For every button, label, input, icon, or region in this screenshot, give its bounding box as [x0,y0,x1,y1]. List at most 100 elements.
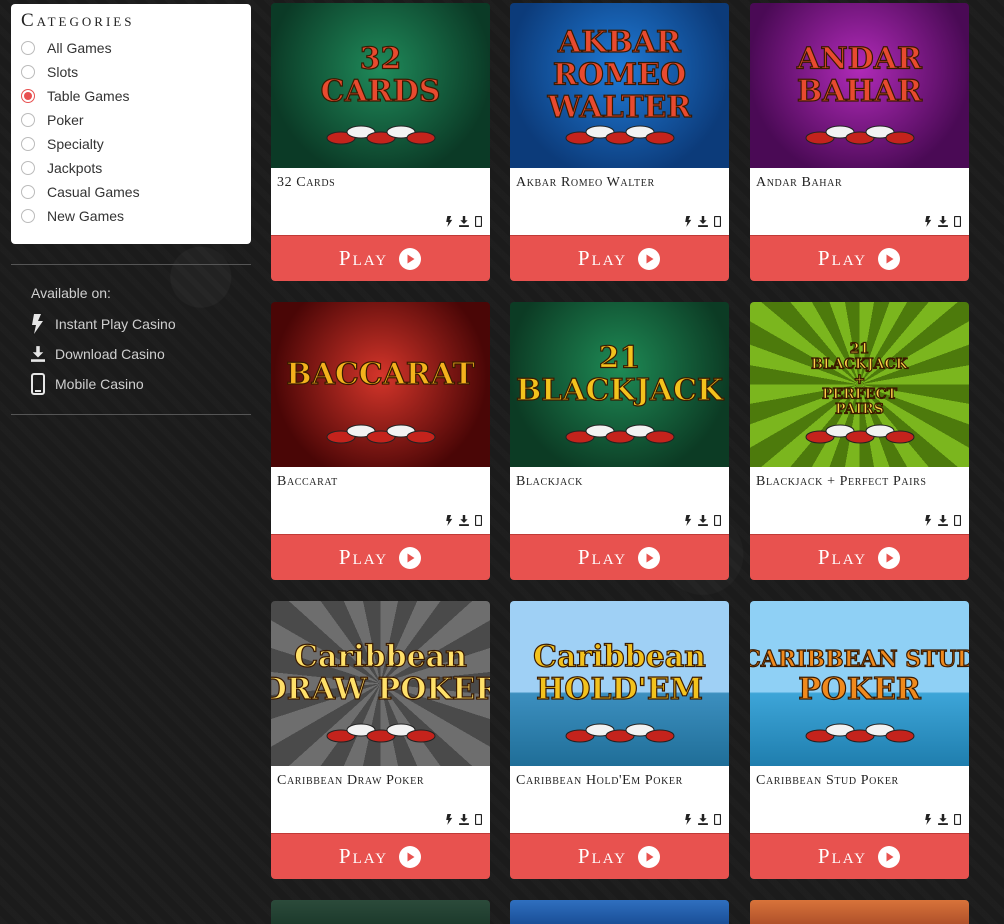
availability-label: Download Casino [55,346,165,362]
game-logo: 21BLACKJACK+PERFECTPAIRS [805,341,915,444]
game-logo-text: Caribbean [294,640,467,675]
category-option[interactable]: New Games [21,204,241,228]
category-radio[interactable] [21,209,35,223]
play-circle-icon [637,247,661,271]
game-card: AKBAR ROMEO WALTER Akbar Romeo Walter Play [510,3,729,281]
game-thumbnail[interactable]: CARIBBEAN STUD POKER [750,601,969,766]
category-label: Casual Games [47,184,140,200]
category-option[interactable]: Specialty [21,132,241,156]
game-thumbnail-partial[interactable] [750,900,969,924]
mobile-icon [475,216,482,227]
play-button[interactable]: Play [271,235,490,281]
game-name[interactable]: Blackjack + Perfect Pairs [756,474,963,490]
chip-decoration [645,131,675,145]
play-label: Play [817,545,868,569]
game-logo: CaribbeanHOLD'EM [532,639,707,743]
download-icon [938,515,948,526]
game-logo: 21BLACKJACK [515,340,725,444]
lightning-icon [685,814,692,825]
availability-mobile: Mobile Casino [31,369,251,399]
download-icon [698,216,708,227]
game-thumbnail[interactable]: 21 BLACKJACK [510,302,729,467]
game-logo-text: 21 [850,341,869,357]
play-circle-icon [398,546,422,570]
game-thumbnail[interactable]: ANDAR BAHAR [750,3,969,168]
download-icon [31,343,45,365]
game-thumbnail[interactable]: Caribbean DRAW POKER [271,601,490,766]
game-thumbnail[interactable]: 21 BLACKJACK + PERFECT PAIRS [750,302,969,467]
download-icon [459,515,469,526]
game-platform-icons [685,814,721,825]
game-name[interactable]: Caribbean Draw Poker [277,773,484,789]
play-button[interactable]: Play [510,534,729,580]
game-info: 32 Cards [271,168,490,235]
categories-title: Categories [21,10,135,31]
play-circle-icon [398,247,422,271]
game-name[interactable]: Andar Bahar [756,175,963,191]
category-radio[interactable] [21,113,35,127]
download-icon [459,814,469,825]
lightning-icon [925,216,932,227]
play-button[interactable]: Play [510,833,729,879]
game-name[interactable]: Caribbean Stud Poker [756,773,963,789]
game-info: Blackjack + Perfect Pairs [750,467,969,534]
category-option[interactable]: Casual Games [21,180,241,204]
play-button[interactable]: Play [750,534,969,580]
category-radio[interactable] [21,161,35,175]
lightning-icon [446,216,453,227]
game-thumbnail[interactable]: BACCARAT [271,302,490,467]
category-option[interactable]: Slots [21,60,241,84]
category-radio[interactable] [21,89,35,103]
availability-title: Available on: [31,285,111,301]
game-name[interactable]: Akbar Romeo Walter [516,175,723,191]
category-radio[interactable] [21,65,35,79]
game-thumbnail[interactable]: 32 CARDS [271,3,490,168]
play-button[interactable]: Play [750,235,969,281]
game-platform-icons [925,216,961,227]
game-platform-icons [685,216,721,227]
mobile-icon [954,515,961,526]
game-thumbnail-partial[interactable] [510,900,729,924]
game-logo: 32CARDS [320,41,441,145]
play-circle-icon [398,845,422,869]
chip-decoration [885,430,915,444]
category-radio[interactable] [21,137,35,151]
game-thumbnail-partial[interactable] [271,900,490,924]
play-button[interactable]: Play [271,534,490,580]
category-option[interactable]: Table Games [21,84,241,108]
game-name[interactable]: 32 Cards [277,175,484,191]
lightning-icon [685,515,692,526]
game-info: Akbar Romeo Walter [510,168,729,235]
game-thumbnail[interactable]: Caribbean HOLD'EM [510,601,729,766]
availability-instant-play: Instant Play Casino [31,309,251,339]
game-name[interactable]: Baccarat [277,474,484,490]
play-button[interactable]: Play [750,833,969,879]
download-icon [698,814,708,825]
play-button[interactable]: Play [271,833,490,879]
category-option[interactable]: Jackpots [21,156,241,180]
game-logo-text: Caribbean [533,640,706,675]
game-logo-text: 32 [360,42,402,77]
game-thumbnail[interactable]: AKBAR ROMEO WALTER [510,3,729,168]
download-icon [938,216,948,227]
play-button[interactable]: Play [510,235,729,281]
game-logo-text: WALTER [547,90,693,125]
game-platform-icons [446,216,482,227]
category-option[interactable]: Poker [21,108,241,132]
game-card: ANDAR BAHAR Andar Bahar Play [750,3,969,281]
game-name[interactable]: Blackjack [516,474,723,490]
game-info: Baccarat [271,467,490,534]
category-radio[interactable] [21,185,35,199]
category-option[interactable]: All Games [21,36,241,60]
game-platform-icons [446,814,482,825]
category-label: New Games [47,208,125,224]
play-label: Play [338,246,389,270]
lightning-icon [925,814,932,825]
mobile-icon [954,216,961,227]
game-card: Caribbean DRAW POKER Caribbean Draw Poker P… [271,601,490,879]
game-name[interactable]: Caribbean Hold'Em Poker [516,773,723,789]
chip-decoration [406,729,436,743]
category-radio[interactable] [21,41,35,55]
mobile-icon [954,814,961,825]
play-label: Play [817,844,868,868]
